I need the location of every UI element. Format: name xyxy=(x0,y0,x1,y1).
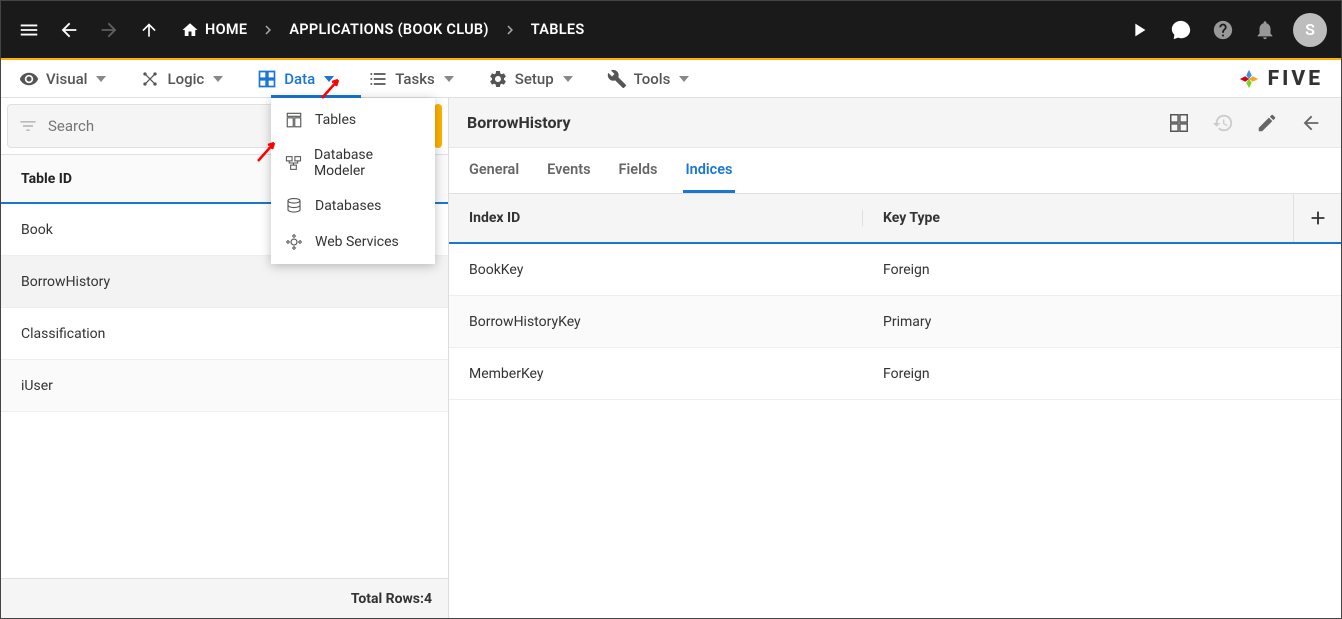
data-dropdown: Tables Database Modeler Databases Web Se… xyxy=(271,98,435,264)
menu-setup[interactable]: Setup xyxy=(480,61,581,97)
dropdown-tables[interactable]: Tables xyxy=(271,102,435,138)
add-index-button[interactable] xyxy=(1293,194,1341,242)
index-row[interactable]: MemberKeyForeign xyxy=(449,348,1341,400)
detail-title: BorrowHistory xyxy=(467,113,571,132)
bell-icon[interactable] xyxy=(1245,10,1285,50)
avatar[interactable]: S xyxy=(1293,13,1327,47)
menu-tools[interactable]: Tools xyxy=(599,61,698,97)
menu-logic[interactable]: Logic xyxy=(132,61,231,97)
crumb-applications[interactable]: APPLICATIONS (BOOK CLUB) xyxy=(281,15,496,44)
forward-icon xyxy=(89,10,129,50)
grid-header-key-type: Key Type xyxy=(863,210,1293,226)
table-row[interactable]: Classification xyxy=(1,308,448,360)
list-footer: Total Rows: 4 xyxy=(1,578,448,618)
table-row[interactable]: iUser xyxy=(1,360,448,412)
grid-header-index-id: Index ID xyxy=(449,210,863,226)
back-icon[interactable] xyxy=(49,10,89,50)
chevron-right-icon xyxy=(501,21,519,39)
up-icon[interactable] xyxy=(129,10,169,50)
tab-indices[interactable]: Indices xyxy=(683,149,734,193)
breadcrumb: HOME APPLICATIONS (BOOK CLUB) TABLES xyxy=(173,15,593,45)
modeler-icon xyxy=(285,154,302,172)
hamburger-icon[interactable] xyxy=(9,10,49,50)
chevron-right-icon xyxy=(259,21,277,39)
back-arrow-icon[interactable] xyxy=(1299,111,1323,135)
table-icon xyxy=(285,111,303,129)
crumb-tables[interactable]: TABLES xyxy=(523,15,593,44)
tab-general[interactable]: General xyxy=(467,149,521,193)
filter-icon[interactable] xyxy=(18,116,38,136)
chat-icon[interactable] xyxy=(1161,10,1201,50)
dropdown-web-services[interactable]: Web Services xyxy=(271,224,435,260)
dropdown-database-modeler[interactable]: Database Modeler xyxy=(271,138,435,188)
dropdown-databases[interactable]: Databases xyxy=(271,188,435,224)
index-row[interactable]: BookKeyForeign xyxy=(449,244,1341,296)
help-icon[interactable] xyxy=(1203,10,1243,50)
edit-icon[interactable] xyxy=(1255,111,1279,135)
add-button[interactable] xyxy=(434,104,442,148)
tab-events[interactable]: Events xyxy=(545,149,592,193)
database-icon xyxy=(285,197,303,215)
play-icon[interactable] xyxy=(1119,10,1159,50)
menu-visual[interactable]: Visual xyxy=(11,61,114,97)
brand-logo: FIVE xyxy=(1238,67,1323,91)
brand-icon xyxy=(1238,68,1260,90)
history-icon[interactable] xyxy=(1211,111,1235,135)
menu-data[interactable]: Data xyxy=(249,61,342,97)
menu-tasks[interactable]: Tasks xyxy=(360,61,462,97)
crumb-home-label: HOME xyxy=(205,21,247,38)
api-icon xyxy=(285,233,303,251)
view-grid-icon[interactable] xyxy=(1167,111,1191,135)
crumb-home[interactable]: HOME xyxy=(173,15,255,45)
tab-fields[interactable]: Fields xyxy=(617,149,660,193)
index-row[interactable]: BorrowHistoryKeyPrimary xyxy=(449,296,1341,348)
